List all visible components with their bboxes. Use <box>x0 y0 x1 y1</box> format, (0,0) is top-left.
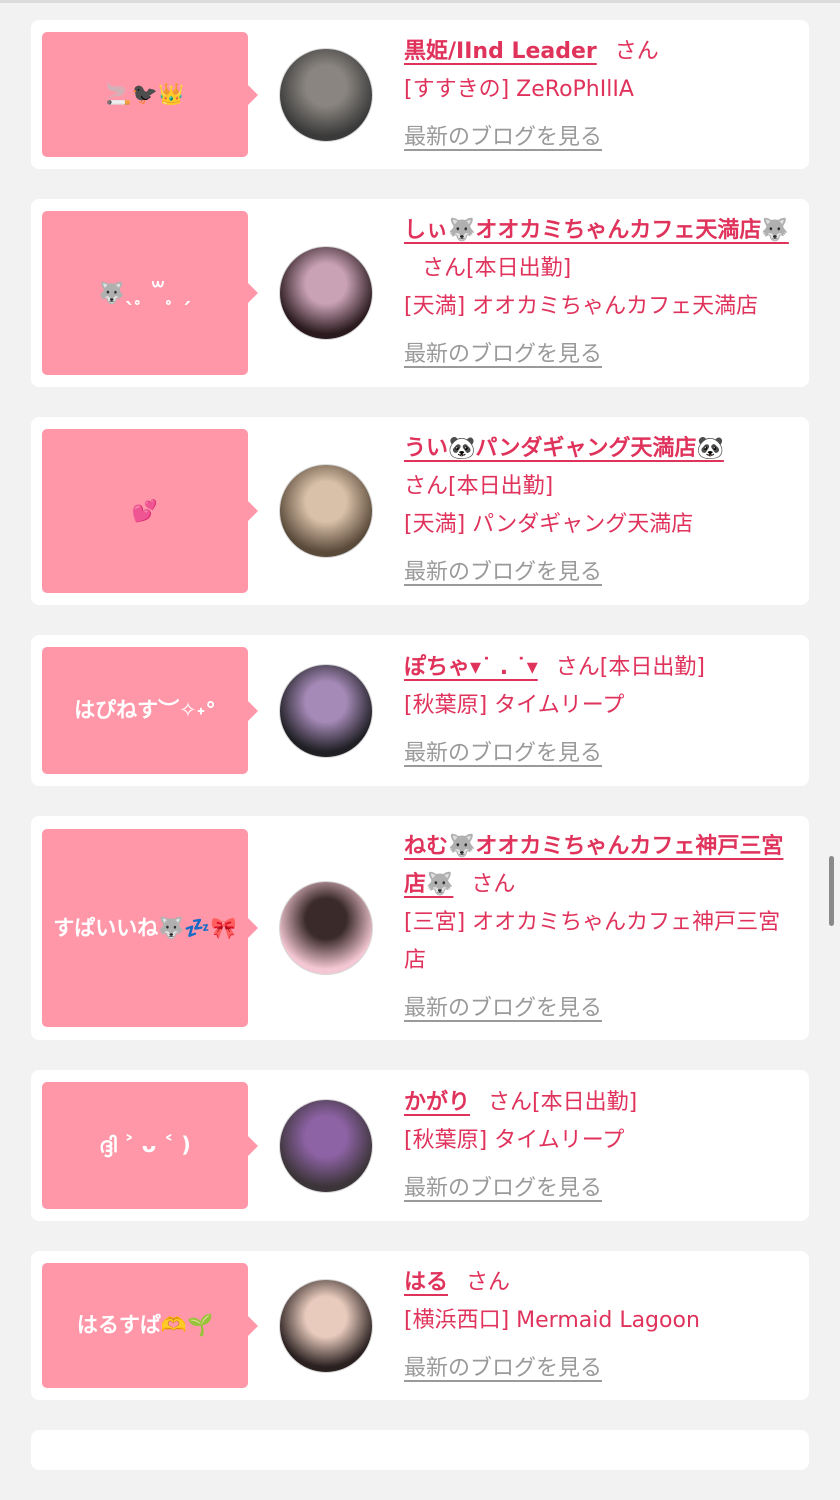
honorific: さん <box>555 654 600 680</box>
entry-info: しぃ🐺オオカミちゃんカフェ天満店🐺 さん[本日出勤] [天満] オオカミちゃんカフ… <box>404 212 798 374</box>
avatar[interactable] <box>279 246 373 340</box>
shop-name: [天満] オオカミちゃんカフェ天満店 <box>404 294 759 319</box>
status-badge: [本日出勤] <box>448 474 554 499</box>
list-item <box>31 1430 809 1470</box>
list-item: 💕 うい🐼パンダギャング天満店🐼 さん[本日出勤] [天満] パンダギャング天満… <box>31 417 809 605</box>
honorific: さん <box>422 256 467 281</box>
list-item: 🐺ˎ ̥ ꒳ ̥ ˏ しぃ🐺オオカミちゃんカフェ天満店🐺 さん[本日出勤] [天満… <box>31 199 809 387</box>
message-text: 💕 <box>131 498 159 523</box>
view-latest-blog-link[interactable]: 最新のブログを見る <box>404 554 602 592</box>
shop-name: [横浜西口] Mermaid Lagoon <box>404 1307 700 1333</box>
view-latest-blog-link[interactable]: 最新のブログを見る <box>404 990 602 1028</box>
cast-name-link[interactable]: ぽちゃ▾˙ . ˙▾ <box>404 655 538 680</box>
view-latest-blog-link[interactable]: 最新のブログを見る <box>404 735 602 773</box>
cast-name-link[interactable]: はる <box>404 1270 448 1295</box>
blog-entry-list: 🚬🐦‍⬛👑 黒姫/IInd Leader さん [すすきの] ZeRoPhIlIA… <box>31 20 809 1500</box>
list-item: ദ്ദി ˃ ᴗ ˂ ) かがり さん[本日出勤] [秋葉原] タイムリープ 最新… <box>31 1070 809 1221</box>
view-latest-blog-link[interactable]: 最新のブログを見る <box>404 336 602 374</box>
shop-name: [秋葉原] タイムリープ <box>404 1127 625 1153</box>
message-bubble: 🚬🐦‍⬛👑 <box>42 32 258 157</box>
list-item: すぱいいね🐺💤🎀 ねむ🐺オオカミちゃんカフェ神戸三宮店🐺 さん [三宮] オオカミ… <box>31 816 809 1040</box>
message-bubble: 💕 <box>42 429 258 593</box>
message-bubble: すぱいいね🐺💤🎀 <box>42 829 258 1027</box>
avatar[interactable] <box>279 1098 373 1193</box>
honorific: さん <box>614 38 659 64</box>
view-latest-blog-link[interactable]: 最新のブログを見る <box>404 1170 602 1208</box>
shop-name: [天満] パンダギャング天満店 <box>404 512 694 537</box>
message-bubble: ദ്ദി ˃ ᴗ ˂ ) <box>42 1082 258 1209</box>
message-text: 🐺ˎ ̥ ꒳ ̥ ˏ <box>98 280 192 305</box>
honorific: さん <box>466 1269 511 1295</box>
message-text: ദ്ദി ˃ ᴗ ˂ ) <box>99 1133 191 1158</box>
honorific: さん <box>404 474 449 499</box>
cast-name-link[interactable]: うい🐼パンダギャング天満店🐼 <box>404 436 724 461</box>
avatar[interactable] <box>279 464 373 558</box>
shop-name: [すすきの] ZeRoPhIlIA <box>404 76 634 102</box>
status-badge: [本日出勤] <box>599 654 705 680</box>
cast-name-link[interactable]: ねむ🐺オオカミちゃんカフェ神戸三宮店🐺 <box>404 834 783 897</box>
message-bubble: はぴねす︶✧˖° <box>42 647 258 774</box>
message-text: 🚬🐦‍⬛👑 <box>105 82 185 107</box>
entry-info: うい🐼パンダギャング天満店🐼 さん[本日出勤] [天満] パンダギャング天満店 … <box>404 430 798 592</box>
honorific: さん <box>471 872 516 897</box>
entry-info: 黒姫/IInd Leader さん [すすきの] ZeRoPhIlIA 最新のブロ… <box>404 33 798 157</box>
top-divider <box>0 0 840 3</box>
message-text: はるすぱ🫶🌱 <box>76 1313 214 1338</box>
entry-info: ぽちゃ▾˙ . ˙▾ さん[本日出勤] [秋葉原] タイムリープ 最新のブログを見… <box>404 649 798 773</box>
scrollbar[interactable] <box>829 856 834 926</box>
shop-name: [三宮] オオカミちゃんカフェ神戸三宮店 <box>404 910 781 973</box>
avatar[interactable] <box>279 47 373 142</box>
shop-name: [秋葉原] タイムリープ <box>404 692 625 718</box>
avatar[interactable] <box>279 663 373 758</box>
list-item: はぴねす︶✧˖° ぽちゃ▾˙ . ˙▾ さん[本日出勤] [秋葉原] タイムリープ… <box>31 635 809 786</box>
message-bubble: 🐺ˎ ̥ ꒳ ̥ ˏ <box>42 211 258 375</box>
cast-name-link[interactable]: しぃ🐺オオカミちゃんカフェ天満店🐺 <box>404 218 789 243</box>
honorific: さん <box>488 1089 533 1115</box>
message-bubble: はるすぱ🫶🌱 <box>42 1263 258 1388</box>
cast-name-link[interactable]: 黒姫/IInd Leader <box>404 39 597 64</box>
message-text: はぴねす︶✧˖° <box>74 698 216 723</box>
entry-info: かがり さん[本日出勤] [秋葉原] タイムリープ 最新のブログを見る <box>404 1084 798 1208</box>
message-text: すぱいいね🐺💤🎀 <box>53 915 237 940</box>
entry-info: はる さん [横浜西口] Mermaid Lagoon 最新のブログを見る <box>404 1264 798 1388</box>
status-badge: [本日出勤] <box>466 256 572 281</box>
entry-info: ねむ🐺オオカミちゃんカフェ神戸三宮店🐺 さん [三宮] オオカミちゃんカフェ神戸三… <box>404 828 798 1028</box>
list-item: はるすぱ🫶🌱 はる さん [横浜西口] Mermaid Lagoon 最新のブログ… <box>31 1251 809 1400</box>
cast-name-link[interactable]: かがり <box>404 1090 470 1115</box>
status-badge: [本日出勤] <box>532 1089 638 1115</box>
avatar[interactable] <box>279 1278 373 1373</box>
view-latest-blog-link[interactable]: 最新のブログを見る <box>404 119 602 157</box>
avatar[interactable] <box>279 881 373 975</box>
view-latest-blog-link[interactable]: 最新のブログを見る <box>404 1350 602 1388</box>
list-item: 🚬🐦‍⬛👑 黒姫/IInd Leader さん [すすきの] ZeRoPhIlIA… <box>31 20 809 169</box>
